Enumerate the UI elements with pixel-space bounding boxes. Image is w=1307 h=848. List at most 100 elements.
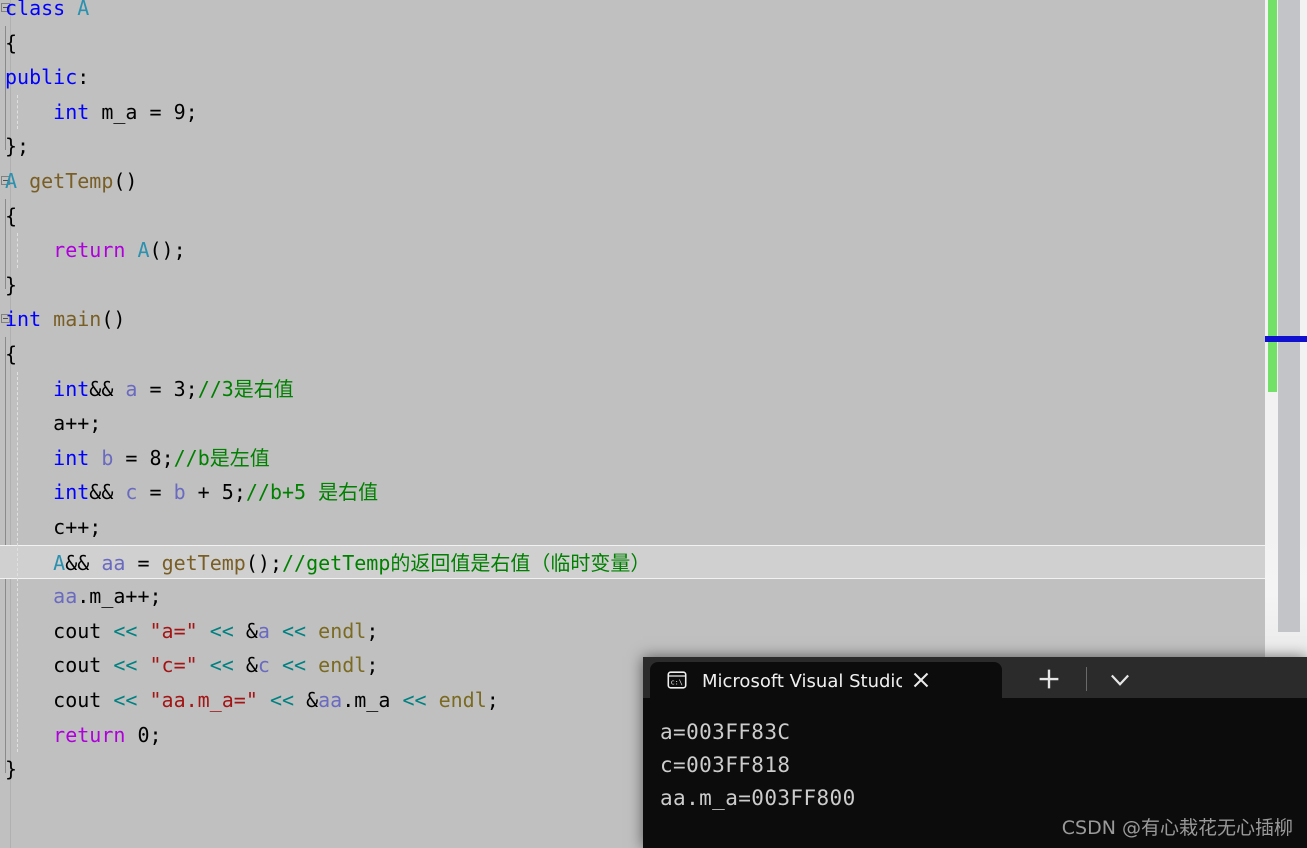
code-token: return	[53, 722, 126, 747]
code-token: a++;	[5, 411, 102, 436]
code-token: {	[5, 30, 18, 55]
code-token: "c="	[149, 653, 198, 678]
code-line[interactable]: A getTemp()	[0, 164, 1265, 199]
code-token: ()	[101, 307, 126, 332]
code-token: b	[101, 445, 114, 470]
scrollbar-thumb-upper[interactable]	[1278, 0, 1300, 392]
code-token: <<	[282, 618, 307, 643]
scrollbar-thumb-lower[interactable]	[1278, 392, 1300, 632]
code-token: //getTemp的返回值是右值（临时变量）	[281, 550, 651, 575]
code-line[interactable]: int m_a = 9;	[0, 95, 1265, 130]
code-token: aa	[318, 688, 343, 712]
code-token: endl	[438, 688, 487, 712]
code-token: =	[137, 480, 174, 505]
code-line[interactable]: int&& c = b + 5;//b+5 是右值	[0, 475, 1265, 510]
code-token: .m_a++;	[77, 584, 162, 609]
code-token: &	[233, 653, 258, 678]
code-line[interactable]: {	[0, 26, 1265, 61]
code-token: m_a =	[89, 99, 174, 124]
code-token: &&	[89, 480, 126, 505]
code-token: 9	[173, 99, 186, 124]
code-line[interactable]: }	[0, 268, 1265, 303]
code-token: int	[5, 307, 42, 332]
code-line[interactable]: };	[0, 129, 1265, 164]
code-token: cout	[5, 618, 114, 643]
code-token: ;	[185, 376, 198, 401]
console-tab[interactable]: c:\ Microsoft Visual Studio 调试控	[650, 662, 1002, 698]
code-token: //b+5 是右值	[245, 480, 379, 505]
code-token: {	[5, 203, 18, 228]
code-token: A	[137, 238, 150, 263]
console-output-line: c=003FF818	[660, 753, 791, 777]
code-token: return	[53, 238, 126, 263]
chevron-down-icon[interactable]	[1105, 665, 1135, 693]
code-token: :	[77, 65, 90, 90]
code-line[interactable]: return A();	[0, 233, 1265, 268]
code-token: //b是左值	[173, 445, 270, 470]
code-token: getTemp	[29, 169, 114, 193]
csdn-watermark: CSDN @有心栽花无心插柳	[1061, 817, 1293, 839]
code-token: 8	[149, 445, 162, 470]
code-token: aa	[101, 550, 126, 575]
code-token: ;	[161, 445, 174, 470]
new-tab-button[interactable]	[1033, 664, 1065, 694]
code-line[interactable]: public:	[0, 60, 1265, 95]
code-line[interactable]: int b = 8;//b是左值	[0, 441, 1265, 476]
code-line[interactable]: c++;	[0, 510, 1265, 545]
code-token: ;	[366, 653, 379, 678]
code-token: +	[185, 480, 222, 505]
code-line[interactable]: {	[0, 199, 1265, 234]
indent-guide	[17, 94, 18, 130]
code-line[interactable]: {	[0, 337, 1265, 372]
indent-guide	[17, 233, 18, 268]
code-token: <<	[113, 618, 138, 643]
code-line[interactable]: int&& a = 3;//3是右值	[0, 372, 1265, 407]
code-line[interactable]: cout << "a=" << &a << endl;	[0, 614, 1265, 649]
code-token: <<	[209, 653, 234, 678]
code-token: 5	[221, 480, 234, 505]
code-token: endl	[318, 653, 367, 678]
code-line[interactable]: a++;	[0, 406, 1265, 441]
code-token: 0	[137, 722, 150, 747]
code-token: ;	[149, 722, 162, 747]
code-token: "aa.m_a="	[149, 688, 258, 712]
console-tab-strip[interactable]: c:\ Microsoft Visual Studio 调试控	[643, 657, 1307, 698]
code-token: getTemp	[161, 550, 246, 575]
code-token: 3	[173, 376, 186, 401]
console-window[interactable]: c:\ Microsoft Visual Studio 调试控	[643, 657, 1307, 848]
code-token: <<	[269, 688, 295, 712]
code-line[interactable]: class A	[0, 0, 1265, 26]
terminal-cmd-icon: c:\	[666, 669, 688, 691]
code-token: }	[5, 272, 18, 297]
close-icon[interactable]	[908, 667, 934, 693]
code-token: ()	[113, 169, 138, 193]
code-line[interactable]: int main()	[0, 302, 1265, 337]
code-token: =	[113, 445, 150, 470]
code-token: &&	[65, 550, 102, 575]
code-token: public	[5, 65, 78, 90]
code-token: aa	[53, 584, 78, 609]
code-line[interactable]: A&& aa = getTemp();//getTemp的返回值是右值（临时变量…	[0, 544, 1265, 580]
code-token: cout	[5, 688, 114, 712]
svg-text:c:\: c:\	[671, 679, 683, 687]
code-token: a	[257, 618, 270, 643]
code-token: main	[53, 307, 102, 332]
code-line[interactable]: aa.m_a++;	[0, 579, 1265, 614]
code-token: ();	[149, 238, 186, 263]
code-token: ;	[185, 99, 198, 124]
